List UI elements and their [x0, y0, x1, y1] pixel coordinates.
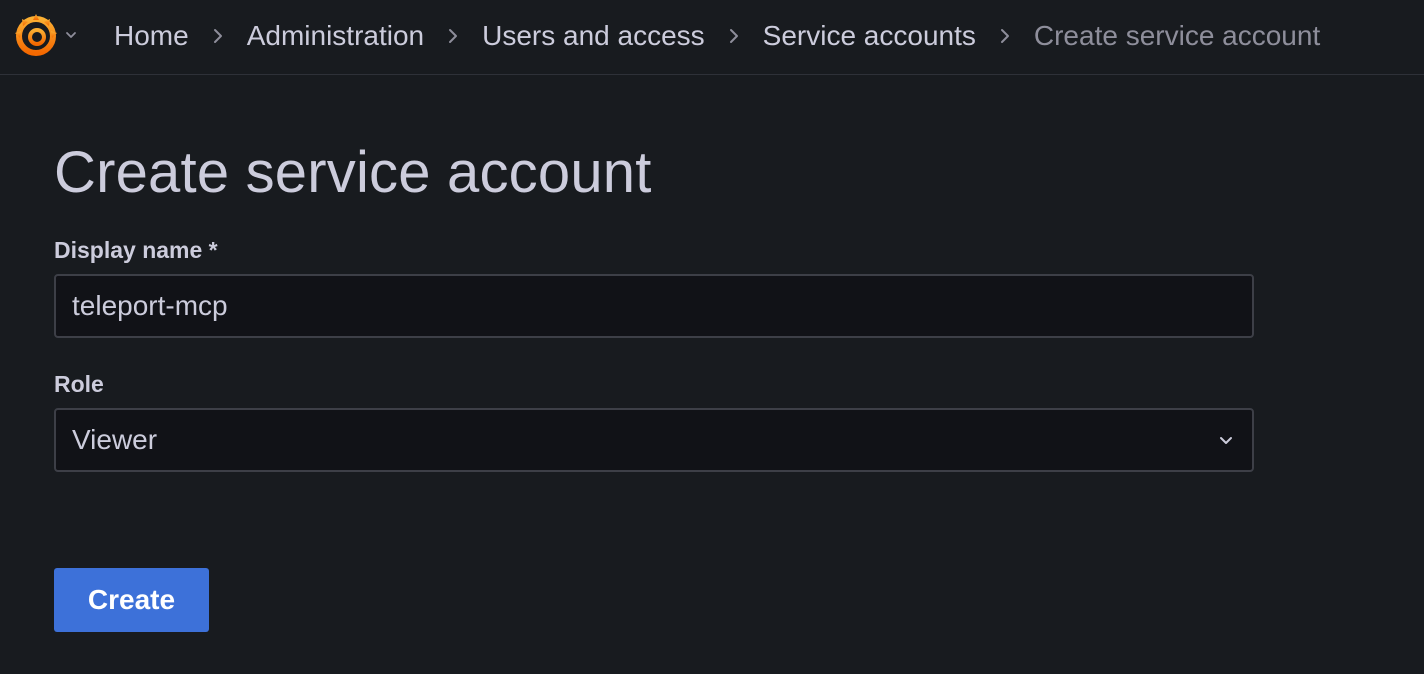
breadcrumb-administration[interactable]: Administration: [247, 20, 424, 52]
chevron-right-icon: [729, 29, 738, 43]
role-label: Role: [54, 371, 104, 397]
top-bar: Home Administration Users and access Ser…: [0, 0, 1424, 75]
chevron-right-icon: [449, 29, 458, 43]
breadcrumb-service-accounts[interactable]: Service accounts: [763, 20, 976, 52]
breadcrumb-users-and-access[interactable]: Users and access: [482, 20, 705, 52]
display-name-input[interactable]: [54, 274, 1254, 338]
chevron-down-icon: [1220, 437, 1232, 444]
chevron-down-icon[interactable]: [64, 28, 78, 42]
role-select[interactable]: Viewer: [54, 408, 1254, 472]
page-title: Create service account: [54, 140, 652, 205]
breadcrumb: Home Administration Users and access Ser…: [114, 0, 1320, 72]
create-button[interactable]: Create: [54, 568, 209, 632]
chevron-right-icon: [1000, 29, 1009, 43]
role-select-value: Viewer: [72, 424, 158, 455]
create-service-account-form: Create service account Display name * Ro…: [54, 140, 1254, 632]
breadcrumb-current-page: Create service account: [1033, 20, 1321, 51]
grafana-logo-icon[interactable]: [12, 11, 60, 59]
breadcrumb-home[interactable]: Home: [114, 20, 189, 52]
display-name-label: Display name *: [54, 237, 218, 263]
home-menu-toggle[interactable]: [12, 12, 78, 58]
chevron-right-icon: [213, 29, 222, 43]
